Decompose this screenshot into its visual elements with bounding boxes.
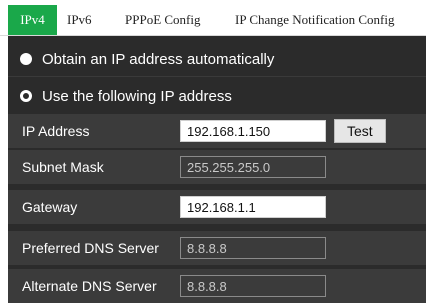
ip-address-input[interactable] (180, 120, 326, 142)
subnet-mask-input[interactable] (180, 156, 326, 178)
tab-ipv4[interactable]: IPv4 (8, 5, 57, 35)
gateway-label: Gateway (22, 199, 78, 215)
ipv4-settings-panel: Obtain an IP address automatically Use t… (8, 36, 426, 303)
preferred-dns-label: Preferred DNS Server (22, 240, 159, 256)
ip-address-label: IP Address (22, 123, 90, 139)
use-following-ip-option[interactable]: Use the following IP address (8, 81, 426, 111)
tab-bar: IPv4 IPv6 PPPoE Config IP Change Notific… (0, 0, 426, 36)
test-button[interactable]: Test (334, 119, 386, 143)
tab-ipv6[interactable]: IPv6 (67, 5, 92, 35)
alternate-dns-label: Alternate DNS Server (22, 278, 157, 294)
preferred-dns-row: Preferred DNS Server (8, 231, 426, 265)
subnet-mask-label: Subnet Mask (22, 159, 104, 175)
gateway-row: Gateway (8, 190, 426, 224)
obtain-ip-automatically-option[interactable]: Obtain an IP address automatically (8, 44, 426, 74)
ip-address-row: IP Address Test (8, 114, 426, 148)
obtain-ip-automatically-label: Obtain an IP address automatically (42, 50, 275, 68)
subnet-mask-row: Subnet Mask (8, 150, 426, 184)
use-following-ip-label: Use the following IP address (42, 87, 232, 105)
preferred-dns-input[interactable] (180, 237, 326, 259)
gateway-input[interactable] (180, 196, 326, 218)
radio-selected-icon[interactable] (20, 90, 32, 102)
alternate-dns-input[interactable] (180, 275, 326, 297)
radio-unselected-icon[interactable] (20, 53, 32, 65)
divider (8, 76, 426, 77)
alternate-dns-row: Alternate DNS Server (8, 269, 426, 303)
tab-pppoe-config[interactable]: PPPoE Config (125, 5, 201, 35)
tab-ip-change-notification-config[interactable]: IP Change Notification Config (235, 5, 394, 35)
